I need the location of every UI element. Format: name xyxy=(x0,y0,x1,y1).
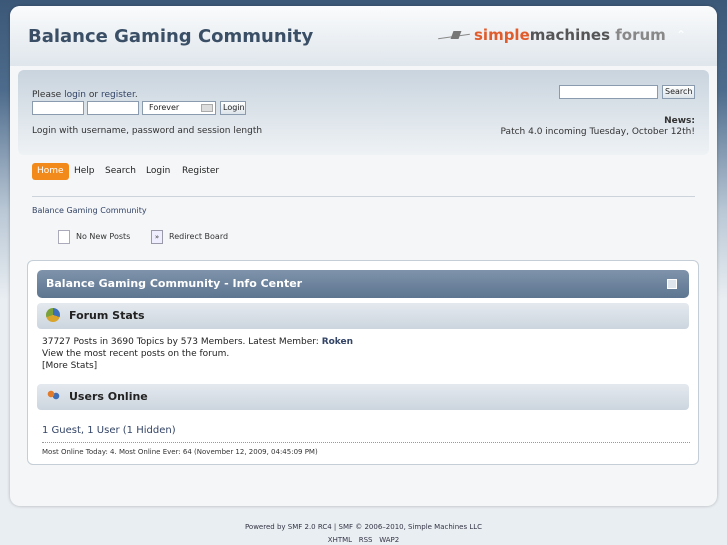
smf-logo-simple: simple xyxy=(474,26,530,44)
footer-links: XHTML RSS WAP2 xyxy=(0,536,727,544)
most-online-text: Most Online Today: 4. Most Online Ever: … xyxy=(42,448,318,456)
news-text: Patch 4.0 incoming Tuesday, October 12th… xyxy=(500,127,695,137)
collapse-info-center-icon[interactable] xyxy=(667,279,677,289)
latest-member-link[interactable]: Roken xyxy=(322,337,353,347)
login-link[interactable]: login xyxy=(64,90,86,100)
legend-no-new-posts: No New Posts xyxy=(58,229,130,245)
smf-logo-icon xyxy=(438,31,470,41)
user-area: Please login or register. Forever Login … xyxy=(18,70,709,155)
login-button[interactable]: Login xyxy=(220,101,246,115)
forum-stats-line: 37727 Posts in 3690 Topics by 573 Member… xyxy=(42,337,353,347)
smf-logo-machines: machines xyxy=(529,26,611,44)
menu-item-home[interactable]: Home xyxy=(32,163,69,180)
search-button[interactable]: Search xyxy=(662,85,695,99)
menu-item-register[interactable]: Register xyxy=(182,163,219,180)
login-prompt-suffix: . xyxy=(134,90,138,100)
redirect-board-icon: » xyxy=(151,229,163,244)
session-length-value: Forever xyxy=(149,103,180,112)
users-online-title[interactable]: Users Online xyxy=(69,390,148,403)
more-stats-link[interactable]: [More Stats] xyxy=(42,361,97,371)
online-divider xyxy=(42,442,690,443)
info-center: Balance Gaming Community - Info Center F… xyxy=(27,260,699,465)
menu-item-help[interactable]: Help xyxy=(74,163,95,180)
forum-stats-header: Forum Stats xyxy=(37,303,689,329)
smf-logo[interactable]: simplemachines forum xyxy=(438,26,666,44)
collapse-header-icon[interactable]: ⌃ xyxy=(674,28,688,42)
forum-title[interactable]: Balance Gaming Community xyxy=(28,26,313,47)
footer-link-wap2[interactable]: WAP2 xyxy=(379,536,399,544)
forum-header: Balance Gaming Community simplemachines … xyxy=(10,6,717,66)
search-input[interactable] xyxy=(559,85,658,99)
forum-stats-title[interactable]: Forum Stats xyxy=(69,309,145,322)
login-hint-text: Login with username, password and sessio… xyxy=(32,126,263,136)
login-prompt: Please login or register. xyxy=(32,90,138,100)
footer-credit[interactable]: Powered by SMF 2.0 RC4 | SMF © 2006–2010… xyxy=(0,523,727,531)
users-icon xyxy=(46,389,60,403)
login-prompt-prefix: Please xyxy=(32,90,65,100)
menu-item-login[interactable]: Login xyxy=(146,163,170,180)
footer-link-rss[interactable]: RSS xyxy=(359,536,373,544)
forum-wrapper: Balance Gaming Community simplemachines … xyxy=(10,6,717,506)
login-prompt-or: or xyxy=(86,90,101,100)
register-link[interactable]: register xyxy=(101,90,135,100)
legend-no-new-posts-label: No New Posts xyxy=(76,232,131,241)
smf-logo-forum: forum xyxy=(615,26,666,44)
online-summary[interactable]: 1 Guest, 1 User (1 Hidden) xyxy=(42,425,176,436)
menu-divider xyxy=(32,196,695,197)
info-center-header: Balance Gaming Community - Info Center xyxy=(37,270,689,298)
username-input[interactable] xyxy=(32,101,84,115)
breadcrumb[interactable]: Balance Gaming Community xyxy=(32,206,147,215)
password-input[interactable] xyxy=(87,101,139,115)
stats-pie-icon xyxy=(46,308,60,322)
session-length-select[interactable]: Forever xyxy=(142,101,216,115)
footer-link-xhtml[interactable]: XHTML xyxy=(328,536,352,544)
menu-item-search[interactable]: Search xyxy=(105,163,136,180)
legend-redirect-board-label: Redirect Board xyxy=(169,232,229,241)
legend-redirect-board: » Redirect Board xyxy=(151,229,228,245)
news-label: News: xyxy=(664,116,695,126)
forum-stats-text: 37727 Posts in 3690 Topics by 573 Member… xyxy=(42,337,322,347)
no-new-posts-icon xyxy=(58,229,70,244)
select-arrow-icon xyxy=(201,104,213,112)
info-center-title: Balance Gaming Community - Info Center xyxy=(46,277,303,290)
recent-posts-link[interactable]: View the most recent posts on the forum. xyxy=(42,349,229,359)
users-online-header: Users Online xyxy=(37,384,689,410)
